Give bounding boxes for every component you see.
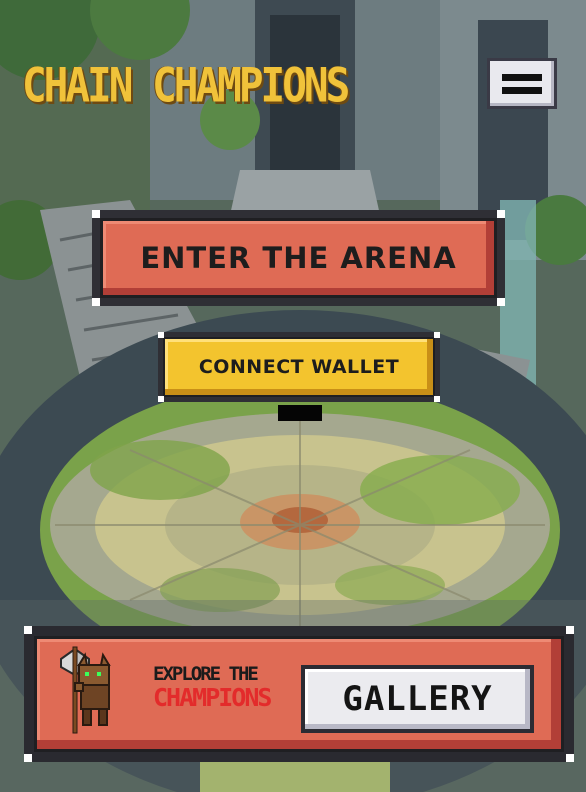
- frame-corner-marker: [566, 626, 574, 634]
- frame-corner-marker: [434, 396, 440, 402]
- connect-wallet-frame: CONNECT WALLET: [158, 332, 440, 402]
- wallet-status-indicator: [278, 405, 322, 421]
- menu-button[interactable]: [487, 58, 557, 109]
- gallery-panel-frame: EXPLORE THE CHAMPIONS GALLERY: [24, 626, 574, 762]
- frame-corner-marker: [24, 754, 32, 762]
- axe-warrior-champion-sprite: [60, 646, 111, 734]
- frame-corner-marker: [566, 754, 574, 762]
- frame-corner-marker: [92, 298, 100, 306]
- frame-corner-marker: [24, 626, 32, 634]
- enter-arena-button[interactable]: ENTER THE ARENA: [100, 218, 497, 298]
- hamburger-menu-icon: [502, 73, 542, 81]
- gallery-button[interactable]: GALLERY: [301, 665, 534, 733]
- frame-corner-marker: [158, 396, 164, 402]
- frame-corner-marker: [497, 298, 505, 306]
- frame-corner-marker: [434, 332, 440, 338]
- explore-line-2: CHAMPIONS: [153, 683, 272, 712]
- gallery-panel: EXPLORE THE CHAMPIONS GALLERY: [34, 636, 564, 752]
- explore-line-1: EXPLORE THE: [153, 663, 259, 685]
- enter-arena-frame: ENTER THE ARENA: [92, 210, 505, 306]
- frame-corner-marker: [92, 210, 100, 218]
- game-title: CHAIN CHAMPIONS: [22, 58, 350, 114]
- explore-champions-text: EXPLORE THE CHAMPIONS: [153, 663, 272, 712]
- frame-corner-marker: [158, 332, 164, 338]
- hamburger-menu-icon-bar: [502, 86, 542, 94]
- connect-wallet-button[interactable]: CONNECT WALLET: [163, 337, 435, 397]
- frame-corner-marker: [497, 210, 505, 218]
